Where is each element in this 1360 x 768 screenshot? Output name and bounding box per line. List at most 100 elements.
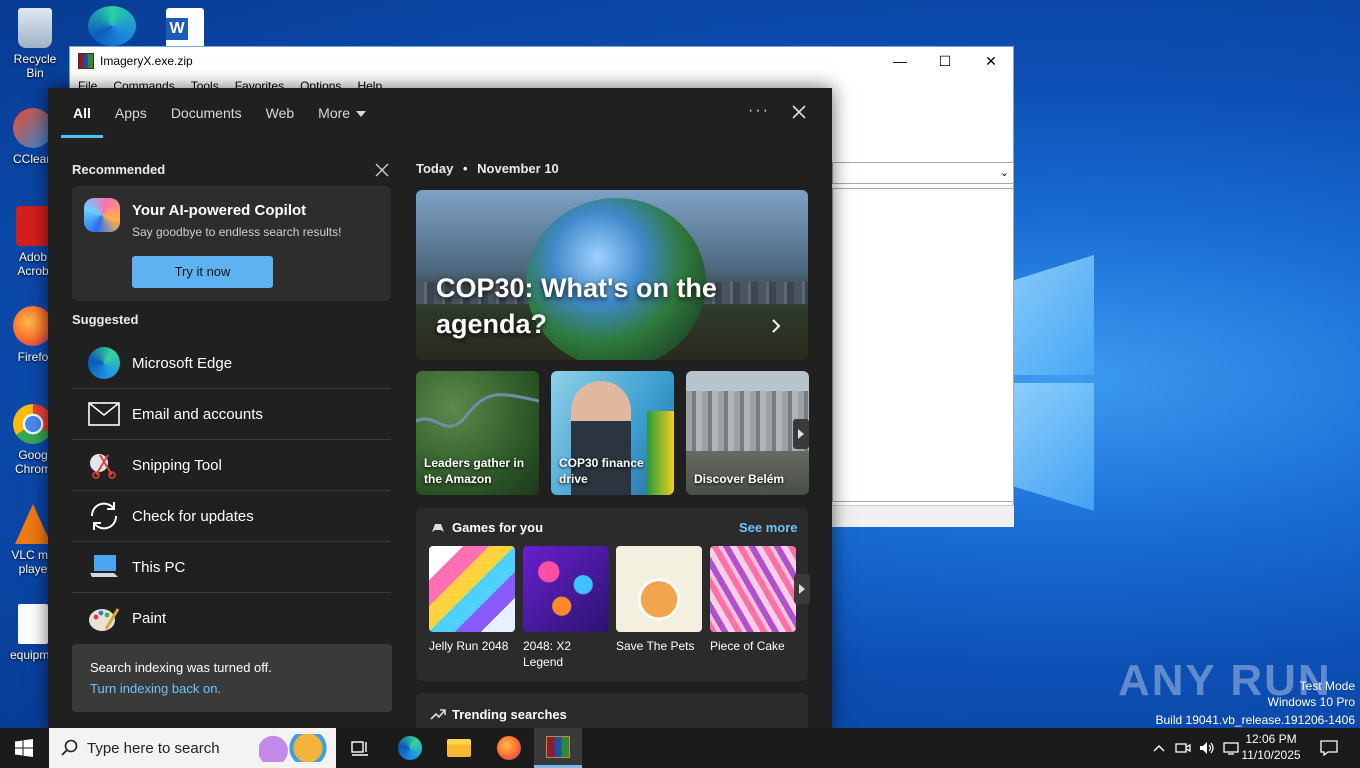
maximize-button[interactable]: ☐	[922, 47, 968, 75]
taskbar-search-box[interactable]: Type here to search	[49, 728, 336, 768]
winrar-icon	[546, 735, 570, 758]
taskbar-winrar[interactable]	[534, 728, 582, 768]
turn-indexing-on-link[interactable]: Turn indexing back on.	[90, 681, 221, 696]
suggested-item-label: Microsoft Edge	[132, 354, 233, 372]
minimize-button[interactable]: —	[877, 47, 923, 75]
notification-icon	[1320, 740, 1338, 756]
game-label: 2048: X2 Legend	[523, 639, 572, 669]
chevron-up-icon	[1153, 745, 1165, 752]
suggested-item-label: Paint	[132, 610, 167, 627]
recommended-heading: Recommended	[72, 162, 166, 177]
search-highlight-image	[259, 734, 329, 762]
recycle-bin-icon	[18, 8, 52, 48]
suggested-item-email[interactable]: Email and accounts	[72, 389, 391, 440]
suggested-heading: Suggested	[72, 312, 139, 327]
games-next-arrow[interactable]	[794, 574, 810, 604]
desktop-icon-label: Adob Acrob	[17, 250, 49, 278]
meet-now-icon	[1175, 743, 1191, 753]
news-caption: Discover Belém	[694, 472, 785, 486]
suggested-item-paint[interactable]: Paint	[72, 593, 391, 644]
today-header: Today • November 10	[416, 161, 559, 176]
status-bar	[832, 505, 1014, 527]
game-tile-piece-of-cake[interactable]: Piece of Cake	[710, 546, 796, 654]
suggested-item-label: Email and accounts	[132, 405, 263, 423]
suggested-item-snipping-tool[interactable]: Snipping Tool	[72, 440, 391, 491]
firefox-icon	[13, 306, 53, 346]
file-list[interactable]	[832, 188, 1014, 502]
tab-documents[interactable]: Documents	[159, 88, 254, 138]
taskbar-file-explorer[interactable]	[435, 728, 483, 768]
clock-time: 12:06 PM	[1245, 732, 1297, 746]
action-center-button[interactable]	[1312, 728, 1346, 768]
trending-card: Trending searches	[416, 693, 808, 733]
search-panel: All Apps Documents Web More ··· Recommen…	[48, 88, 832, 733]
game-tile-2048-x2[interactable]: 2048: X2 Legend	[523, 546, 609, 670]
tab-more[interactable]: More	[306, 88, 378, 138]
tab-all[interactable]: All	[61, 88, 103, 138]
acrobat-icon	[16, 206, 50, 246]
tab-apps[interactable]: Apps	[103, 88, 159, 138]
hero-news-card[interactable]: COP30: What's on the agenda?	[416, 190, 808, 360]
close-button[interactable]: ✕	[968, 47, 1014, 75]
folder-icon	[447, 739, 471, 757]
volume-icon	[1200, 742, 1214, 754]
suggested-item-edge[interactable]: Microsoft Edge	[72, 338, 391, 389]
copilot-card[interactable]: Your AI-powered Copilot Say goodbye to e…	[72, 186, 391, 301]
window-title: ImageryX.exe.zip	[100, 54, 193, 68]
taskbar-clock[interactable]: 12:06 PM 11/10/2025	[1236, 731, 1306, 763]
game-label: Save The Pets	[616, 639, 695, 653]
copilot-title: Your AI-powered Copilot	[132, 202, 307, 219]
tab-web[interactable]: Web	[254, 88, 307, 138]
game-art	[523, 546, 609, 632]
today-date: November 10	[477, 161, 559, 176]
task-view-button[interactable]	[336, 728, 384, 768]
vlc-icon	[15, 504, 51, 544]
game-tile-save-the-pets[interactable]: Save The Pets	[616, 546, 702, 654]
try-it-now-button[interactable]: Try it now	[132, 256, 273, 288]
taskbar-edge[interactable]	[386, 728, 434, 768]
news-caption: COP30 finance drive	[559, 456, 644, 486]
build-line: Build 19041.vb_release.191206-1406	[1155, 713, 1356, 727]
close-icon[interactable]	[789, 102, 809, 122]
clock-date: 11/10/2025	[1241, 748, 1301, 762]
taskbar-firefox[interactable]	[485, 728, 533, 768]
trending-icon	[430, 709, 446, 720]
os-edition-line: Windows 10 Pro	[1267, 695, 1355, 709]
suggested-item-this-pc[interactable]: This PC	[72, 542, 391, 593]
address-dropdown[interactable]: ⌄	[832, 162, 1014, 184]
firefox-icon	[497, 736, 521, 760]
news-card-belem[interactable]: Discover Belém	[686, 371, 809, 495]
desktop-icon-edge[interactable]	[88, 6, 136, 46]
desktop-icon-label: Firefo	[17, 350, 49, 364]
sync-icon	[86, 498, 122, 534]
start-button[interactable]	[0, 728, 48, 768]
desktop-icon-word[interactable]: W	[166, 8, 204, 48]
chevron-right-icon	[772, 319, 781, 333]
copilot-subtitle: Say goodbye to endless search results!	[132, 225, 342, 239]
tray-volume[interactable]	[1196, 728, 1218, 768]
tray-meeting[interactable]	[1172, 728, 1194, 768]
desktop-icon-label: Recycle Bin	[13, 52, 57, 80]
desktop-icon-label: CClean	[12, 152, 54, 166]
dismiss-recommended-icon[interactable]	[375, 163, 389, 177]
game-tile-jelly-run[interactable]: Jelly Run 2048	[429, 546, 515, 654]
ccleaner-icon	[13, 108, 53, 148]
more-options-button[interactable]: ···	[748, 102, 770, 120]
windows-logo-wallpaper	[1010, 255, 1096, 511]
gamepad-icon	[432, 524, 444, 532]
show-hidden-icons-button[interactable]	[1150, 728, 1168, 768]
chevron-down-icon: ⌄	[999, 167, 1009, 179]
indexing-notice-text: Search indexing was turned off.	[90, 660, 272, 675]
see-more-link[interactable]: See more	[739, 520, 798, 535]
news-card-amazon[interactable]: Leaders gather in the Amazon	[416, 371, 539, 495]
desktop-icon-recycle-bin[interactable]: Recycle Bin	[4, 8, 66, 80]
word-icon: W	[166, 18, 188, 40]
chrome-icon	[13, 404, 53, 444]
task-view-icon	[351, 741, 368, 756]
window-titlebar[interactable]: ImageryX.exe.zip	[70, 47, 1013, 75]
suggested-item-check-updates[interactable]: Check for updates	[72, 491, 391, 542]
search-tabs: All Apps Documents Web More	[48, 88, 832, 138]
news-next-arrow[interactable]	[793, 419, 809, 449]
paint-icon	[86, 601, 122, 637]
news-card-finance[interactable]: COP30 finance drive	[551, 371, 674, 495]
